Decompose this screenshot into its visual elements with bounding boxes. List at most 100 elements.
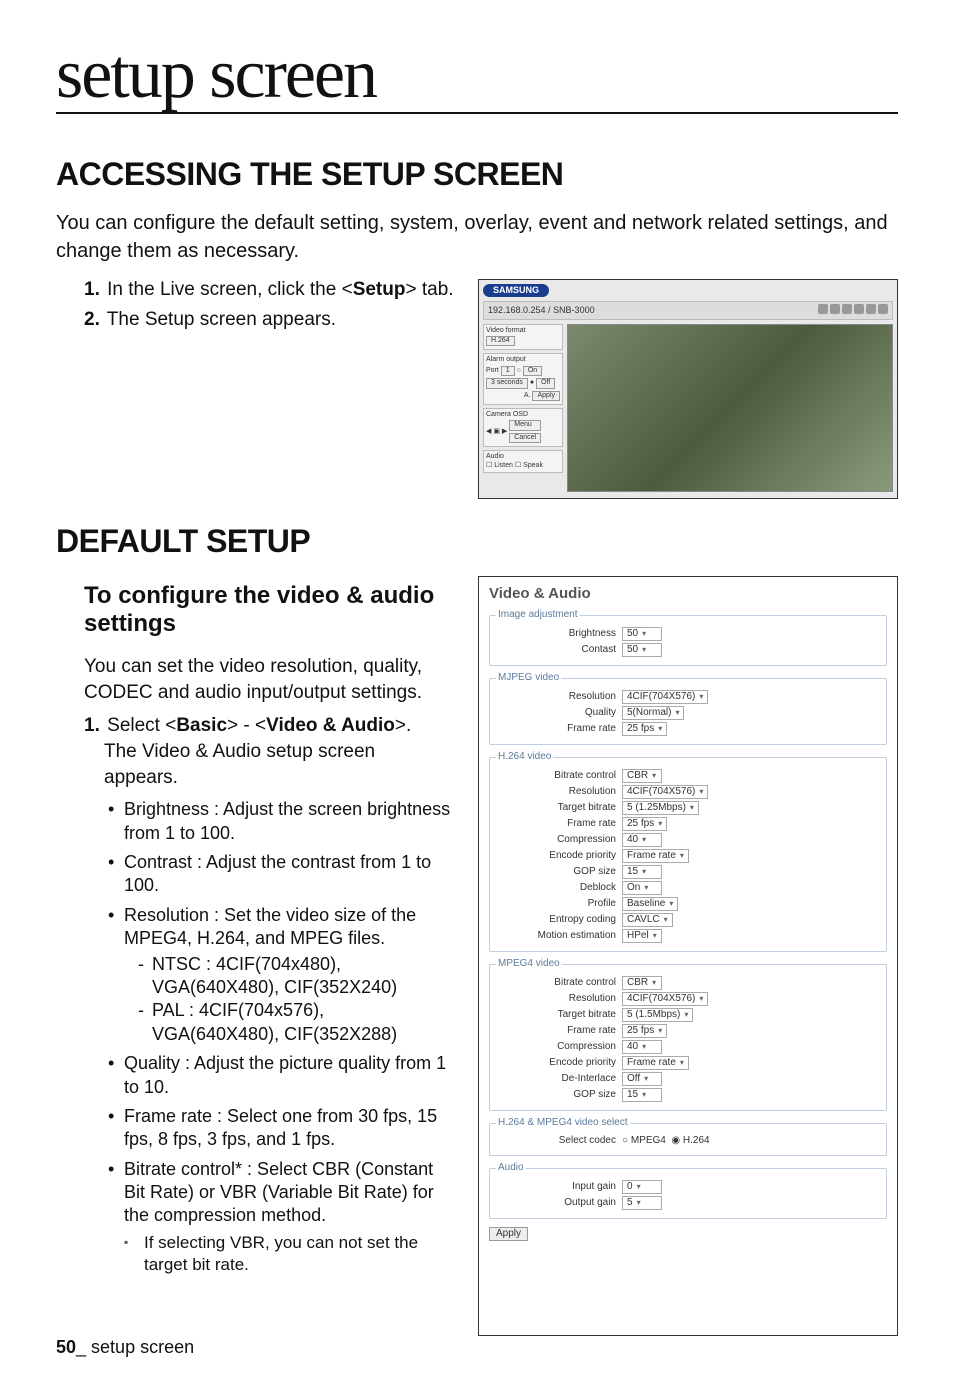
page-footer: 50_ setup screen bbox=[56, 1337, 194, 1358]
row-label: Select codec bbox=[496, 1135, 622, 1147]
step-number: 1. bbox=[84, 279, 100, 300]
port-value[interactable]: 1 bbox=[501, 366, 515, 376]
step1-b1: Basic bbox=[176, 715, 227, 736]
row-label: Target bitrate bbox=[496, 802, 622, 814]
apply-button[interactable]: Apply bbox=[489, 1227, 528, 1241]
row-label: Bitrate control bbox=[496, 977, 622, 989]
row-label: De-Interlace bbox=[496, 1073, 622, 1085]
row-label: Input gain bbox=[496, 1181, 622, 1193]
h264-deblock-select[interactable]: On bbox=[622, 881, 662, 895]
group-audio: Audio Input gain0 Output gain5 bbox=[489, 1162, 887, 1219]
bullet-contrast: Contrast : Adjust the contrast from 1 to… bbox=[108, 851, 454, 898]
panel-alarm-output: Alarm output Port 1 ○ On 3 seconds ● Off… bbox=[483, 353, 563, 405]
legend: MJPEG video bbox=[496, 672, 561, 684]
radio-mpeg4[interactable]: ○ MPEG4 bbox=[622, 1135, 666, 1147]
mpeg4-framerate-select[interactable]: 25 fps bbox=[622, 1024, 667, 1038]
mpeg4-targetbitrate-select[interactable]: 5 (1.5Mbps) bbox=[622, 1008, 693, 1022]
on-button[interactable]: On bbox=[523, 366, 542, 376]
menu-button[interactable]: Menu bbox=[509, 420, 541, 430]
row-label: Encode priority bbox=[496, 1057, 622, 1069]
panel-camera-osd: Camera OSD ◀ ▣ ▶ Menu Cancel bbox=[483, 408, 563, 447]
brand-badge: SAMSUNG bbox=[483, 284, 549, 297]
audio-outputgain-select[interactable]: 5 bbox=[622, 1196, 662, 1210]
row-label: Brightness bbox=[496, 628, 622, 640]
off-button[interactable]: Off bbox=[536, 378, 555, 388]
step-text-pre: In the Live screen, click the < bbox=[107, 279, 353, 300]
mpeg4-gop-select[interactable]: 15 bbox=[622, 1088, 662, 1102]
step1-post: >. bbox=[395, 715, 411, 736]
mjpeg-quality-select[interactable]: 5(Normal) bbox=[622, 706, 684, 720]
group-codec-select: H.264 & MPEG4 video select Select codec … bbox=[489, 1117, 887, 1156]
radio-h264[interactable]: ◉ H.264 bbox=[671, 1135, 709, 1147]
bullet-bitrate-text: Bitrate control* : Select CBR (Constant … bbox=[124, 1159, 434, 1226]
legend: H.264 video bbox=[496, 751, 553, 763]
mpeg4-deinterlace-select[interactable]: Off bbox=[622, 1072, 662, 1086]
h264-bitrate-select[interactable]: CBR bbox=[622, 769, 662, 783]
step1-line2: The Video & Audio setup screen appears. bbox=[104, 739, 454, 790]
row-label: GOP size bbox=[496, 866, 622, 878]
h264-profile-select[interactable]: Baseline bbox=[622, 897, 678, 911]
dpad-icon[interactable]: ◀ ▣ ▶ bbox=[486, 428, 507, 436]
mjpeg-framerate-select[interactable]: 25 fps bbox=[622, 722, 667, 736]
heading-default-setup: DEFAULT SETUP bbox=[56, 523, 898, 560]
legend: H.264 & MPEG4 video select bbox=[496, 1117, 630, 1129]
intro-text: You can set the video resolution, qualit… bbox=[84, 654, 454, 705]
row-label: Compression bbox=[496, 834, 622, 846]
screenshot-video-audio-form: Video & Audio Image adjustment Brightnes… bbox=[478, 576, 898, 1336]
row-label: Encode priority bbox=[496, 850, 622, 862]
h264-targetbitrate-select[interactable]: 5 (1.25Mbps) bbox=[622, 801, 699, 815]
screenshot-topbar: 192.168.0.254 / SNB-3000 bbox=[483, 301, 893, 320]
mpeg4-bitrate-select[interactable]: CBR bbox=[622, 976, 662, 990]
group-mjpeg: MJPEG video Resolution4CIF(704X576) Qual… bbox=[489, 672, 887, 745]
footer-label: setup screen bbox=[86, 1337, 194, 1357]
panel-video-format: Video format H.264 bbox=[483, 324, 563, 351]
page-number: 50 bbox=[56, 1337, 76, 1357]
row-label: Compression bbox=[496, 1041, 622, 1053]
lead-paragraph: You can configure the default setting, s… bbox=[56, 209, 898, 265]
panel-label: Audio bbox=[486, 453, 560, 461]
h264-encodepriority-select[interactable]: Frame rate bbox=[622, 849, 689, 863]
panel-audio: Audio ☐ Listen ☐ Speak bbox=[483, 450, 563, 473]
listen-checkbox-label[interactable]: Listen bbox=[494, 462, 513, 469]
row-label: Motion estimation bbox=[496, 930, 622, 942]
footer-underscore: _ bbox=[76, 1337, 86, 1357]
dropdown[interactable]: H.264 bbox=[486, 336, 515, 346]
contrast-select[interactable]: 50 bbox=[622, 643, 662, 657]
bullet-framerate: Frame rate : Select one from 30 fps, 15 … bbox=[108, 1105, 454, 1152]
step1-pre: Select < bbox=[107, 715, 176, 736]
row-label: Quality bbox=[496, 707, 622, 719]
audio-inputgain-select[interactable]: 0 bbox=[622, 1180, 662, 1194]
row-label: Contast bbox=[496, 644, 622, 656]
h264-entropy-select[interactable]: CAVLC bbox=[622, 913, 673, 927]
apply-button[interactable]: Apply bbox=[532, 391, 560, 401]
video-preview bbox=[567, 324, 893, 492]
duration-select[interactable]: 3 seconds bbox=[486, 378, 528, 388]
h264-framerate-select[interactable]: 25 fps bbox=[622, 817, 667, 831]
mpeg4-encodepriority-select[interactable]: Frame rate bbox=[622, 1056, 689, 1070]
mjpeg-resolution-select[interactable]: 4CIF(704X576) bbox=[622, 690, 708, 704]
step-number: 2. bbox=[84, 309, 100, 330]
bullet-quality: Quality : Adjust the picture quality fro… bbox=[108, 1052, 454, 1099]
h264-resolution-select[interactable]: 4CIF(704X576) bbox=[622, 785, 708, 799]
form-title: Video & Audio bbox=[489, 585, 887, 603]
row-label: Target bitrate bbox=[496, 1009, 622, 1021]
h264-gop-select[interactable]: 15 bbox=[622, 865, 662, 879]
mpeg4-resolution-select[interactable]: 4CIF(704X576) bbox=[622, 992, 708, 1006]
mpeg4-compression-select[interactable]: 40 bbox=[622, 1040, 662, 1054]
h264-motion-select[interactable]: HPel bbox=[622, 929, 662, 943]
step-select: 1. Select <Basic> - <Video & Audio>. The… bbox=[84, 713, 454, 790]
step-1: 1. In the Live screen, click the <Setup>… bbox=[84, 279, 454, 301]
row-label: Bitrate control bbox=[496, 770, 622, 782]
speak-checkbox-label[interactable]: Speak bbox=[523, 462, 543, 469]
screenshot-live-view: SAMSUNG 192.168.0.254 / SNB-3000 Video f… bbox=[478, 279, 898, 499]
step-bold: Setup bbox=[353, 279, 406, 300]
cancel-button[interactable]: Cancel bbox=[509, 433, 541, 443]
h264-compression-select[interactable]: 40 bbox=[622, 833, 662, 847]
group-h264: H.264 video Bitrate controlCBR Resolutio… bbox=[489, 751, 887, 952]
sub-pal: PAL : 4CIF(704x576), VGA(640X480), CIF(3… bbox=[138, 999, 454, 1046]
ip-label: 192.168.0.254 / SNB-3000 bbox=[488, 305, 595, 316]
legend: Audio bbox=[496, 1162, 526, 1174]
row-label: Profile bbox=[496, 898, 622, 910]
row-label: GOP size bbox=[496, 1089, 622, 1101]
brightness-select[interactable]: 50 bbox=[622, 627, 662, 641]
